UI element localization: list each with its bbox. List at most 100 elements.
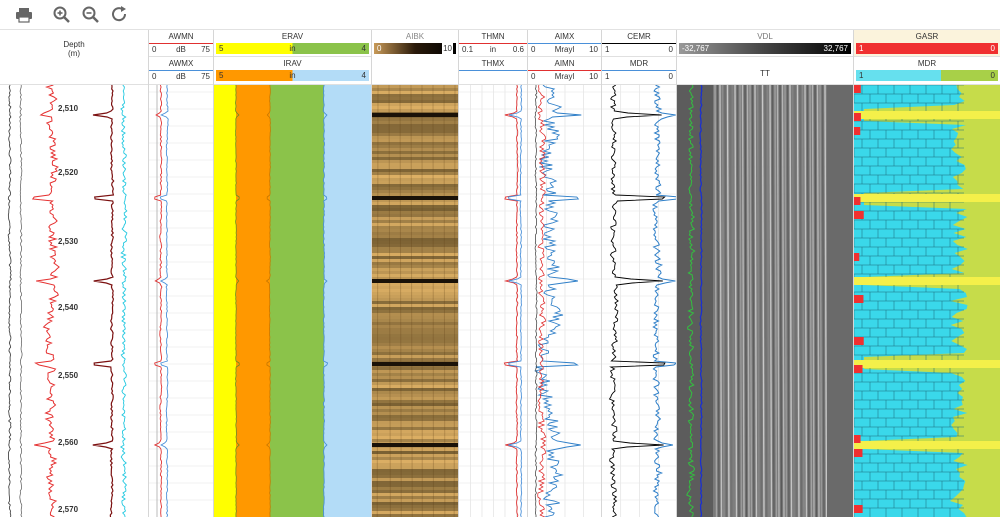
- zoom-out-icon: [82, 6, 99, 23]
- aibk-band: [372, 136, 458, 139]
- impedance-curves: [528, 85, 601, 517]
- aibk-band: [372, 241, 458, 244]
- aibk-band: [372, 307, 458, 310]
- aibk-band: [372, 157, 458, 160]
- cement-plot[interactable]: [602, 85, 676, 517]
- aibk-band: [372, 376, 458, 379]
- mdr-min: 1: [605, 72, 610, 81]
- aibk-band: [372, 208, 458, 211]
- thickness-curves: [459, 85, 527, 517]
- collar-band: [372, 113, 458, 117]
- lithology-fill: [854, 85, 1000, 517]
- mdr-header[interactable]: MDR 1 0: [602, 57, 676, 85]
- aibk-band: [372, 124, 458, 127]
- toolbar: [0, 0, 1000, 30]
- amplitude-plot[interactable]: [149, 85, 213, 517]
- thmn-header[interactable]: THMN 0.1 in 0.6: [459, 30, 527, 57]
- aibk-band: [372, 253, 458, 256]
- vdl-tail: [827, 85, 853, 517]
- aibk-header[interactable]: AIBK 0 10: [372, 30, 458, 85]
- tt-header[interactable]: TT: [677, 57, 853, 85]
- aibk-band: [372, 292, 458, 295]
- gas-flag: [854, 211, 864, 219]
- irav-unit: in: [289, 71, 296, 80]
- ccl-curve: [92, 85, 115, 517]
- depth-header: Depth (m): [0, 30, 148, 85]
- vdl-header[interactable]: VDL -32,767 32,767: [677, 30, 853, 57]
- thickness-plot[interactable]: [459, 85, 527, 517]
- aibk-band: [372, 358, 458, 361]
- aibk-band: [372, 190, 458, 193]
- radius-track: ERAV 5 in 4 IRAV 5 in 4: [213, 30, 371, 517]
- cemr-header[interactable]: CEMR 1 0: [602, 30, 676, 57]
- depth-plot[interactable]: 2,510 2,520 2,530 2,540 2,550 2,560 2,57…: [0, 85, 148, 517]
- aibk-image[interactable]: [372, 85, 458, 517]
- reset-view-button[interactable]: [108, 4, 132, 26]
- aimn-header[interactable]: AIMN 0 Mrayl 10: [528, 57, 601, 85]
- aimn-curve: [537, 85, 547, 517]
- depth-tick-label: 2,540: [58, 303, 79, 312]
- gas-flag: [854, 85, 861, 93]
- awmn-header[interactable]: AWMN 0 dB 75: [149, 30, 213, 57]
- aibk-band: [372, 103, 458, 106]
- aibk-band: [372, 187, 458, 190]
- vdl-waveform: [677, 85, 853, 517]
- lithology-plot[interactable]: [854, 85, 1000, 517]
- irav-header[interactable]: IRAV 5 in 4: [214, 57, 371, 85]
- gas-flag: [854, 337, 864, 345]
- gasr-min: 1: [859, 44, 864, 53]
- aibk-band: [372, 367, 458, 370]
- aibk-band: [372, 262, 458, 265]
- aibk-band: [372, 100, 458, 103]
- amplitude-track: AWMN 0 dB 75 AWMX 0 dB 75: [148, 30, 213, 517]
- aibk-band: [372, 271, 458, 274]
- depth-tick-label: 2,560: [58, 438, 79, 447]
- gasr-max: 0: [990, 44, 995, 53]
- erav-header[interactable]: ERAV 5 in 4: [214, 30, 371, 57]
- aibk-band: [372, 337, 458, 340]
- mdr2-header[interactable]: MDR 1 0: [854, 57, 1000, 85]
- aibk-band: [372, 226, 458, 229]
- thmx-header[interactable]: THMX: [459, 57, 527, 85]
- depth-tick-label: 2,530: [58, 237, 79, 246]
- aibk-band: [372, 121, 458, 124]
- thmn-curve: [503, 85, 519, 517]
- aibk-band: [372, 97, 458, 100]
- mdr-curve: [651, 85, 676, 517]
- awmx-header[interactable]: AWMX 0 dB 75: [149, 57, 213, 85]
- gasr-header[interactable]: GASR 1 0: [854, 30, 1000, 57]
- aibk-band: [372, 85, 458, 88]
- impedance-plot[interactable]: [528, 85, 601, 517]
- cemr-name: CEMR: [627, 32, 651, 41]
- aibk-band: [372, 325, 458, 328]
- erav-unit: in: [289, 44, 296, 53]
- aibk-max: 10: [442, 43, 453, 54]
- aibk-band: [372, 109, 458, 112]
- aibk-band: [372, 340, 458, 343]
- aibk-band: [372, 235, 458, 238]
- aibk-band: [372, 355, 458, 358]
- awmn-max: 75: [201, 45, 210, 54]
- aimx-header[interactable]: AIMX 0 Mrayl 10: [528, 30, 601, 57]
- gas-flag: [854, 127, 861, 135]
- aibk-band: [372, 232, 458, 235]
- aibk-band: [372, 373, 458, 376]
- aibk-band: [372, 166, 458, 169]
- aibk-band: [372, 298, 458, 301]
- aibk-band: [372, 268, 458, 271]
- depth-title: Depth: [63, 40, 85, 49]
- zoom-out-button[interactable]: [79, 4, 103, 26]
- irav-name: IRAV: [283, 59, 302, 68]
- print-button[interactable]: [12, 4, 36, 26]
- awmn-curve: [153, 85, 163, 517]
- radius-plot[interactable]: [214, 85, 371, 517]
- tt-zone: [677, 85, 713, 517]
- aibk-band: [372, 259, 458, 262]
- aibk-band: [372, 286, 458, 289]
- vdl-plot[interactable]: [677, 85, 853, 517]
- depth-unit: (m): [68, 49, 80, 58]
- mdr2-min: 1: [859, 71, 864, 80]
- aibk-band: [372, 331, 458, 334]
- erav-inner-fill: [214, 85, 236, 517]
- zoom-in-button[interactable]: [50, 4, 74, 26]
